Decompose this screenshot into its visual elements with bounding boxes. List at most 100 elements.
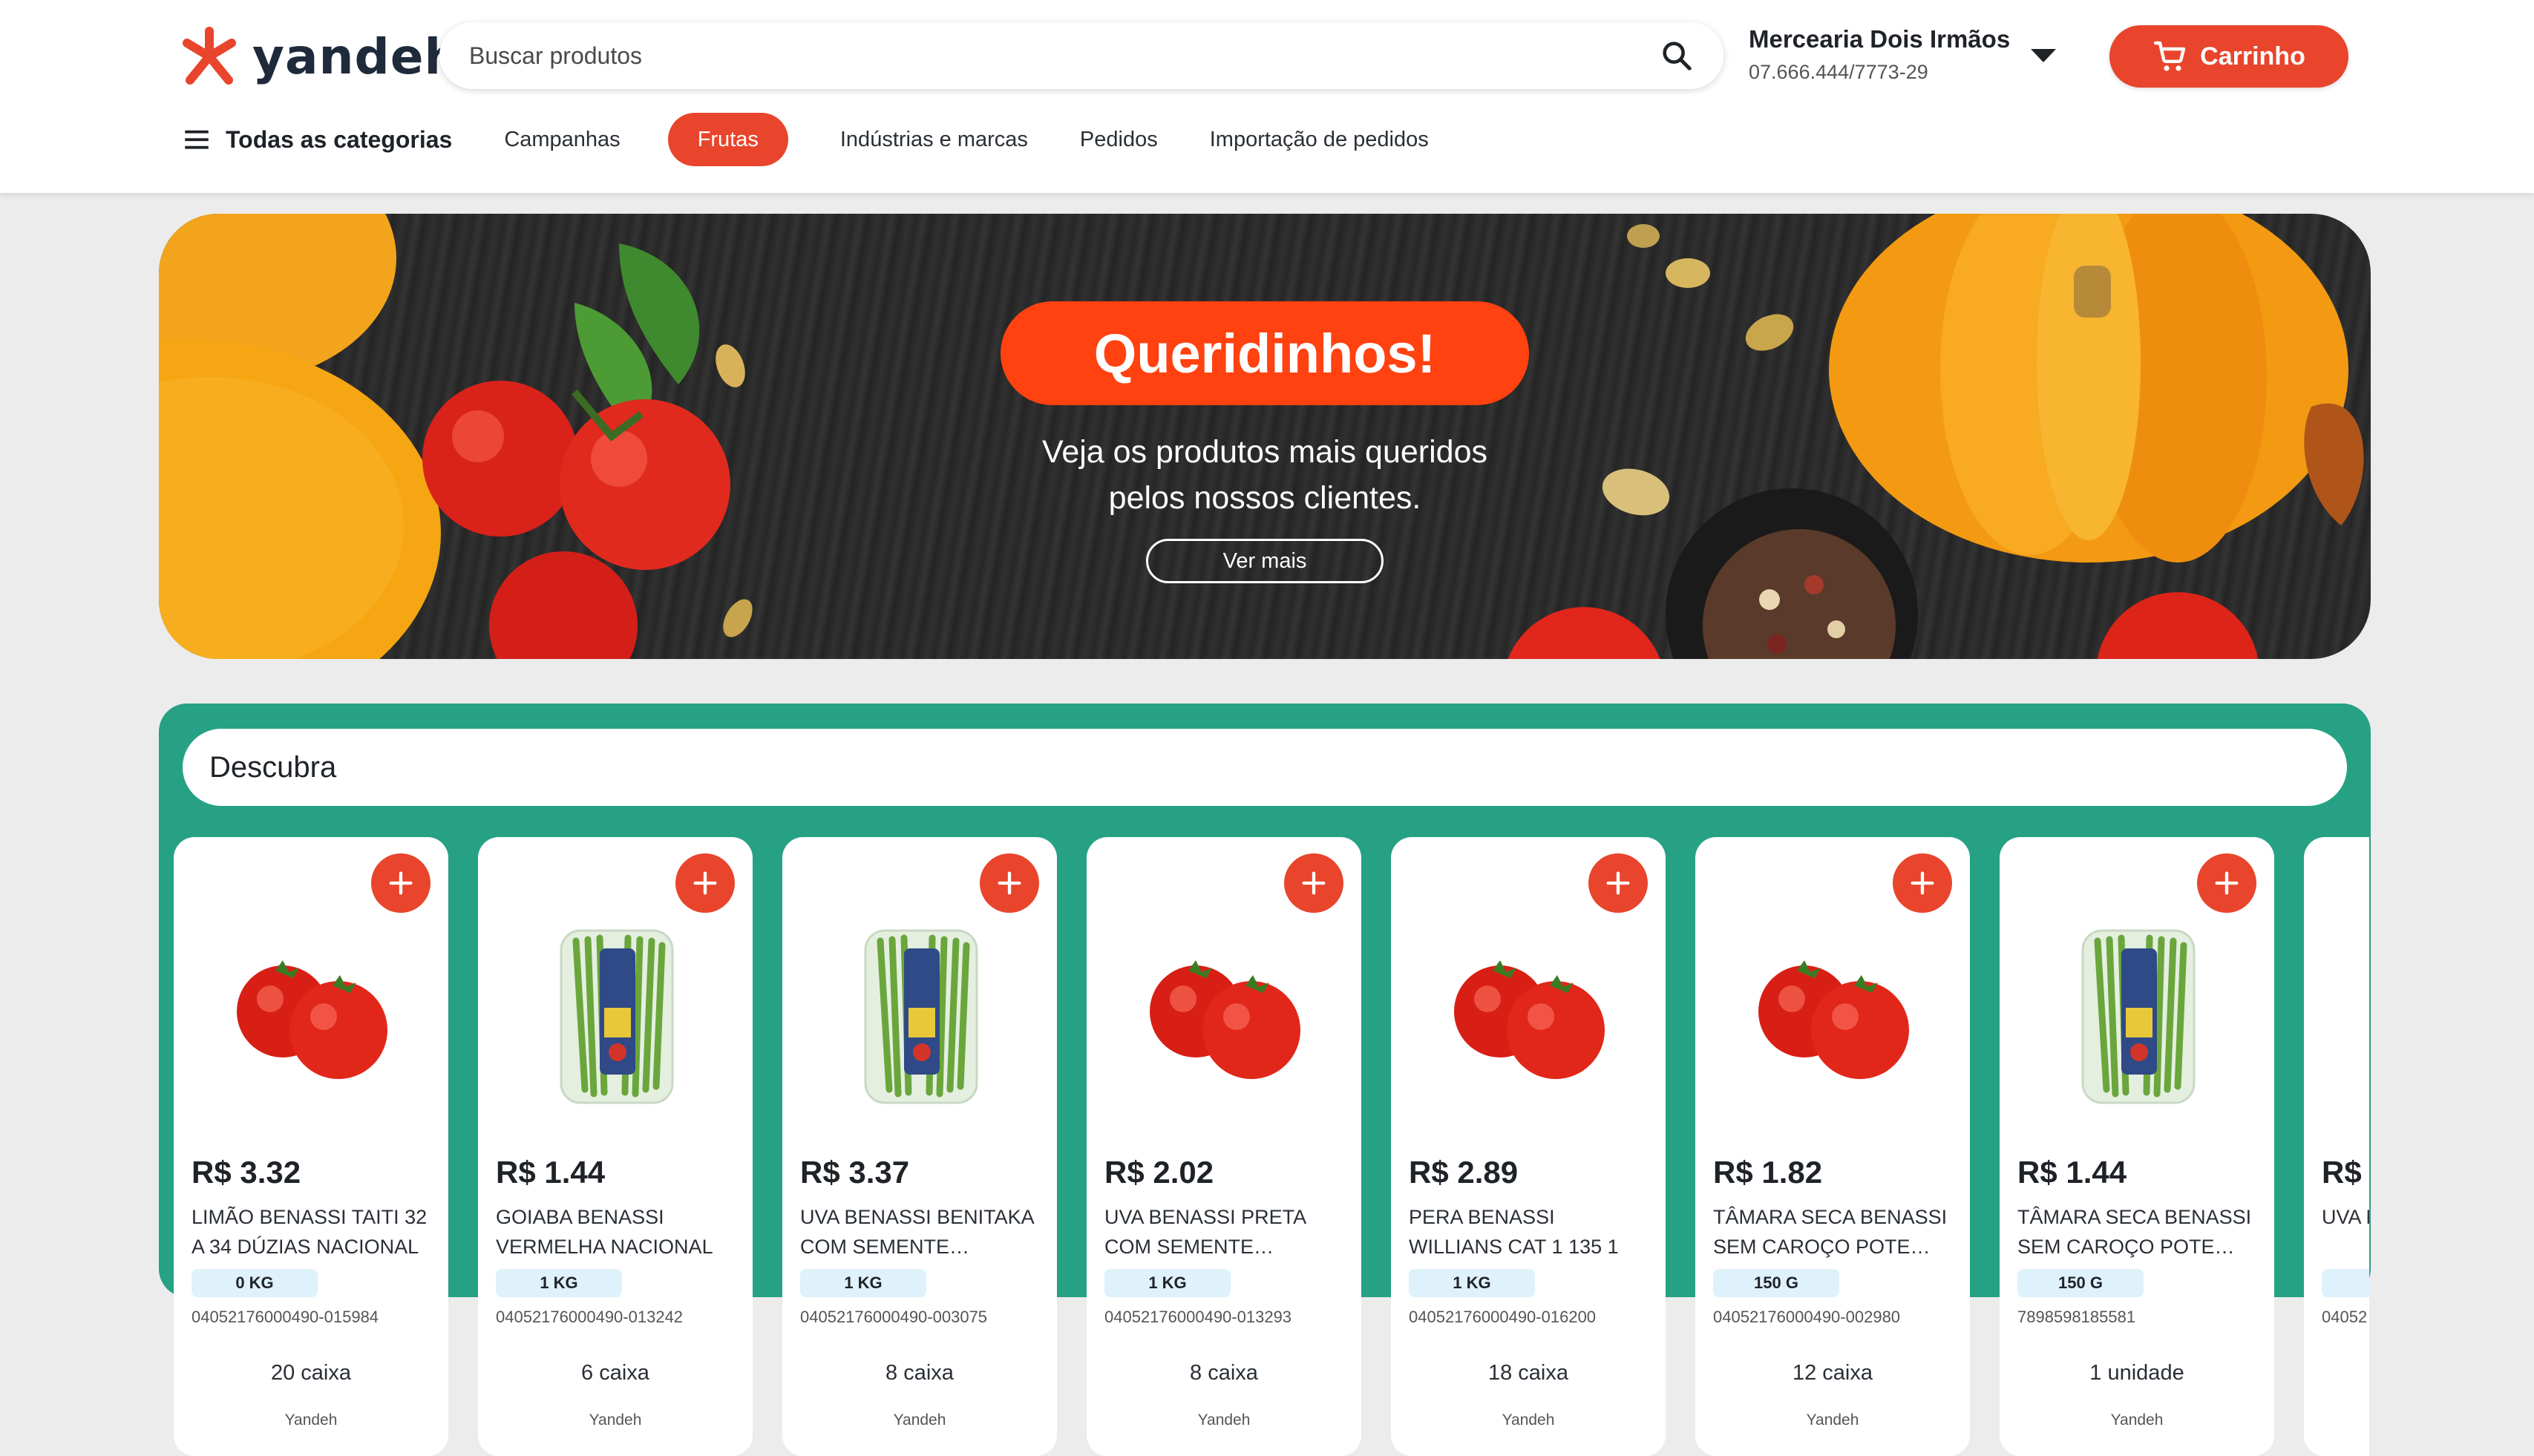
plus-icon bbox=[1302, 871, 1326, 895]
nav-item-industrias[interactable]: Indústrias e marcas bbox=[840, 128, 1028, 152]
cart-button[interactable]: Carrinho bbox=[2109, 25, 2348, 88]
search-input[interactable] bbox=[469, 42, 1660, 70]
product-name: UVA NACI bbox=[2322, 1206, 2369, 1228]
product-ean: 04052176000490-015984 bbox=[191, 1308, 379, 1326]
product-quantity-badge: 1 bbox=[2322, 1269, 2369, 1297]
plus-icon bbox=[389, 871, 413, 895]
nav-item-campanhas[interactable]: Campanhas bbox=[504, 128, 620, 152]
product-card[interactable]: R$ 2.02 UVA BENASSI PRETA COM SEMENTE NA… bbox=[1087, 837, 1361, 1456]
menu-icon bbox=[185, 130, 209, 149]
store-document: 07.666.444/7773-29 bbox=[1749, 61, 1928, 83]
product-quantity-badge: 1 KG bbox=[1409, 1269, 1535, 1297]
green-beans-image bbox=[560, 929, 674, 1104]
tomato-image bbox=[237, 960, 387, 1079]
product-name: PERA BENASSI WILLIANS CAT 1 135 1 bbox=[1409, 1206, 1619, 1258]
product-ean: 04052176000490-013242 bbox=[496, 1308, 684, 1326]
product-card[interactable]: R$ 1.82 TÂMARA SECA BENASSI SEM CAROÇO P… bbox=[1695, 837, 1970, 1456]
product-ean: 04052176000490-003075 bbox=[800, 1308, 988, 1326]
product-stock: 8 caixa bbox=[1190, 1361, 1258, 1385]
product-seller: Yandeh bbox=[1806, 1411, 1859, 1429]
plus-icon bbox=[998, 871, 1021, 895]
product-seller: Yandeh bbox=[2110, 1411, 2164, 1429]
ver-mais-button[interactable]: Ver mais bbox=[1146, 539, 1384, 583]
product-price: R$ 1.44 bbox=[496, 1155, 606, 1190]
store-name: Mercearia Dois Irmãos bbox=[1749, 25, 2011, 53]
product-name: GOIABA BENASSI VERMELHA NACIONAL bbox=[496, 1206, 713, 1258]
cart-icon bbox=[2153, 41, 2186, 71]
product-carousel: R$ 3.32 LIMÃO BENASSI TAITI 32 A 34 DÚZI… bbox=[174, 837, 2369, 1456]
product-quantity-badge: 1 KG bbox=[1104, 1269, 1231, 1297]
yandeh-logo[interactable]: yandeh bbox=[178, 25, 460, 88]
search-icon[interactable] bbox=[1660, 39, 1694, 73]
add-to-cart-button[interactable] bbox=[1893, 853, 1952, 913]
product-stock: 8 caixa bbox=[885, 1361, 954, 1385]
product-stock: 6 caixa bbox=[581, 1361, 649, 1385]
product-price: R$ 3.37 bbox=[800, 1155, 910, 1190]
product-card[interactable]: R$ 1.44 TÂMARA SECA BENASSI SEM CAROÇO P… bbox=[2000, 837, 2274, 1456]
product-stock: 18 caixa bbox=[1487, 1361, 1568, 1385]
product-stock: 1 unidade bbox=[2089, 1361, 2184, 1385]
plus-icon bbox=[1606, 871, 1630, 895]
product-ean: 04052176000490-016200 bbox=[1409, 1308, 1597, 1326]
product-seller: Yandeh bbox=[284, 1411, 338, 1429]
cart-label: Carrinho bbox=[2200, 42, 2305, 70]
chevron-down-icon[interactable] bbox=[2031, 49, 2056, 62]
product-ean: 04052176000490-002980 bbox=[1713, 1308, 1901, 1326]
banner-subtitle-line-2: pelos nossos clientes. bbox=[1108, 480, 1421, 516]
product-ean: 04052 bbox=[2322, 1308, 2368, 1326]
category-nav: Todas as categorias Campanhas Frutas Ind… bbox=[181, 111, 1481, 168]
all-categories-label: Todas as categorias bbox=[226, 125, 453, 153]
nav-item-importacao[interactable]: Importação de pedidos bbox=[1210, 128, 1429, 152]
banner-subtitle: Veja os produtos mais queridos pelos nos… bbox=[931, 429, 1599, 521]
product-quantity-badge: 150 G bbox=[2017, 1269, 2144, 1297]
product-card[interactable]: R$ 3.32 LIMÃO BENASSI TAITI 32 A 34 DÚZI… bbox=[174, 837, 448, 1456]
product-price: R$ 1.44 bbox=[2017, 1155, 2127, 1190]
product-ean: 7898598185581 bbox=[2017, 1308, 2136, 1326]
product-seller: Yandeh bbox=[1197, 1411, 1251, 1429]
search-bar bbox=[439, 22, 1723, 89]
add-to-cart-button[interactable] bbox=[675, 853, 735, 913]
tomato-image bbox=[1150, 960, 1300, 1079]
product-quantity-badge: 1 KG bbox=[800, 1269, 926, 1297]
product-name: TÂMARA SECA BENASSI SEM CAROÇO POTE 150G bbox=[1713, 1206, 1948, 1258]
product-quantity-badge: 150 G bbox=[1713, 1269, 1839, 1297]
product-name: LIMÃO BENASSI TAITI 32 A 34 DÚZIAS NACIO… bbox=[191, 1206, 428, 1258]
product-stock: 20 caixa bbox=[270, 1361, 351, 1385]
green-beans-image bbox=[864, 929, 978, 1104]
nav-item-frutas[interactable]: Frutas bbox=[667, 113, 788, 166]
product-name: TÂMARA SECA BENASSI SEM CAROÇO POTE 150G bbox=[2017, 1206, 2252, 1258]
product-stock: 12 caixa bbox=[1792, 1361, 1873, 1385]
product-price: R$ 1.82 bbox=[1713, 1155, 1823, 1190]
product-card[interactable]: R$ 2 UVA NACI 1 04052 bbox=[2304, 837, 2369, 1456]
product-card[interactable]: R$ 1.44 GOIABA BENASSI VERMELHA NACIONAL… bbox=[478, 837, 753, 1456]
product-ean: 04052176000490-013293 bbox=[1104, 1308, 1292, 1326]
tomato-image bbox=[1454, 960, 1605, 1079]
product-name: UVA BENASSI BENITAKA COM SEMENTE NACIONA… bbox=[800, 1206, 1034, 1258]
product-price: R$ 3.32 bbox=[191, 1155, 301, 1190]
product-quantity-badge: 1 KG bbox=[496, 1269, 622, 1297]
all-categories-button[interactable]: Todas as categorias bbox=[181, 124, 452, 155]
plus-icon bbox=[2215, 871, 2239, 895]
add-to-cart-button[interactable] bbox=[1588, 853, 1648, 913]
discover-title: Descubra bbox=[183, 729, 2347, 806]
product-card[interactable]: R$ 3.37 UVA BENASSI BENITAKA COM SEMENTE… bbox=[782, 837, 1057, 1456]
add-to-cart-button[interactable] bbox=[371, 853, 430, 913]
product-price: R$ 2.89 bbox=[1409, 1155, 1519, 1190]
top-header: yandeh Mercearia Dois Irmãos 07.666.444/… bbox=[0, 0, 2534, 193]
product-seller: Yandeh bbox=[589, 1411, 642, 1429]
product-price: R$ 2.02 bbox=[1104, 1155, 1214, 1190]
banner-title: Queridinhos! bbox=[1001, 301, 1529, 405]
yandeh-logo-icon bbox=[183, 27, 236, 85]
add-to-cart-button[interactable] bbox=[980, 853, 1039, 913]
plus-icon bbox=[693, 871, 717, 895]
store-selector[interactable]: Mercearia Dois Irmãos 07.666.444/7773-29 bbox=[1749, 25, 2060, 84]
product-name: UVA BENASSI PRETA COM SEMENTE NACIONAL bbox=[1104, 1206, 1306, 1258]
add-to-cart-button[interactable] bbox=[1284, 853, 1343, 913]
product-card[interactable]: R$ 2.89 PERA BENASSI WILLIANS CAT 1 135 … bbox=[1391, 837, 1666, 1456]
promo-banner: Queridinhos! Veja os produtos mais queri… bbox=[159, 214, 2371, 659]
add-to-cart-button[interactable] bbox=[2197, 853, 2256, 913]
product-seller: Yandeh bbox=[1502, 1411, 1555, 1429]
product-price: R$ 2 bbox=[2322, 1155, 2369, 1190]
nav-item-pedidos[interactable]: Pedidos bbox=[1080, 128, 1158, 152]
green-beans-image bbox=[2343, 919, 2369, 1112]
